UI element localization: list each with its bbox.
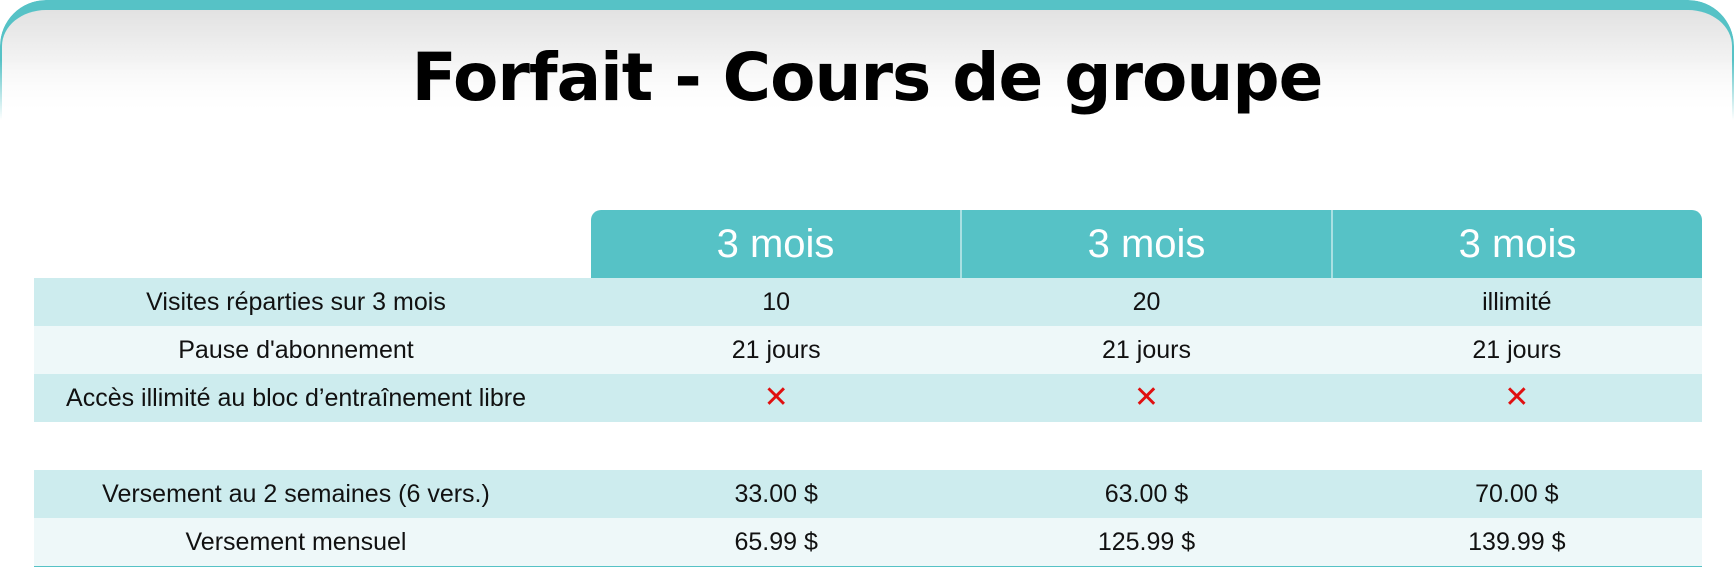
price-cell: 33.00 $ [734,479,818,508]
row-label: Versement au 2 semaines (6 vers.) [102,479,490,508]
table-cell: ✕ [961,374,1331,422]
plan-header-cells: 3 mois 3 mois 3 mois [591,210,1702,278]
table-row-biweekly: Versement au 2 semaines (6 vers.) 33.00 … [34,470,1702,518]
table-spacer-row [34,422,1702,470]
table-cell: 21 jours [731,335,821,364]
table-row-monthly: Versement mensuel 65.99 $ 125.99 $ 139.9… [34,518,1702,566]
plan-header-row: 3 mois 3 mois 3 mois [34,210,1702,278]
cross-icon: ✕ [1504,380,1530,415]
price-cell: 63.00 $ [1104,479,1189,508]
price-cell: 65.99 $ [734,527,818,556]
price-cell: 125.99 $ [1097,527,1196,556]
row-label: Visites réparties sur 3 mois [146,287,446,316]
table-cell: illimité [1482,287,1552,316]
pricing-page: Forfait - Cours de groupe 3 mois 3 mois … [0,0,1734,567]
price-cell: 70.00 $ [1475,479,1559,508]
price-cell: 139.99 $ [1468,527,1566,556]
row-label: Pause d'abonnement [178,335,414,364]
plan-header-1: 3 mois [716,221,835,266]
cross-icon: ✕ [1133,380,1160,415]
table-cell: ✕ [591,374,961,422]
plan-header-2: 3 mois [960,210,1331,278]
table-cell: 21 jours [1472,335,1562,364]
cross-icon: ✕ [763,380,789,415]
table-row-visits: Visites réparties sur 3 mois 10 20 illim… [34,278,1702,326]
table-cell: 20 [1132,287,1161,316]
table-row-pause: Pause d'abonnement 21 jours 21 jours 21 … [34,326,1702,374]
row-label: Accès illimité au bloc d’entraînement li… [66,383,526,412]
pricing-table: 3 mois 3 mois 3 mois Visites réparties s… [34,210,1702,567]
row-label: Versement mensuel [185,527,407,556]
table-cell: ✕ [1332,374,1702,422]
plan-header-3: 3 mois [1331,210,1702,278]
page-title: Forfait - Cours de groupe [411,39,1324,116]
table-row-free-training: Accès illimité au bloc d’entraînement li… [34,374,1702,422]
header-spacer [34,210,591,278]
table-cell: 10 [762,287,791,316]
table-cell: 21 jours [1102,335,1191,364]
